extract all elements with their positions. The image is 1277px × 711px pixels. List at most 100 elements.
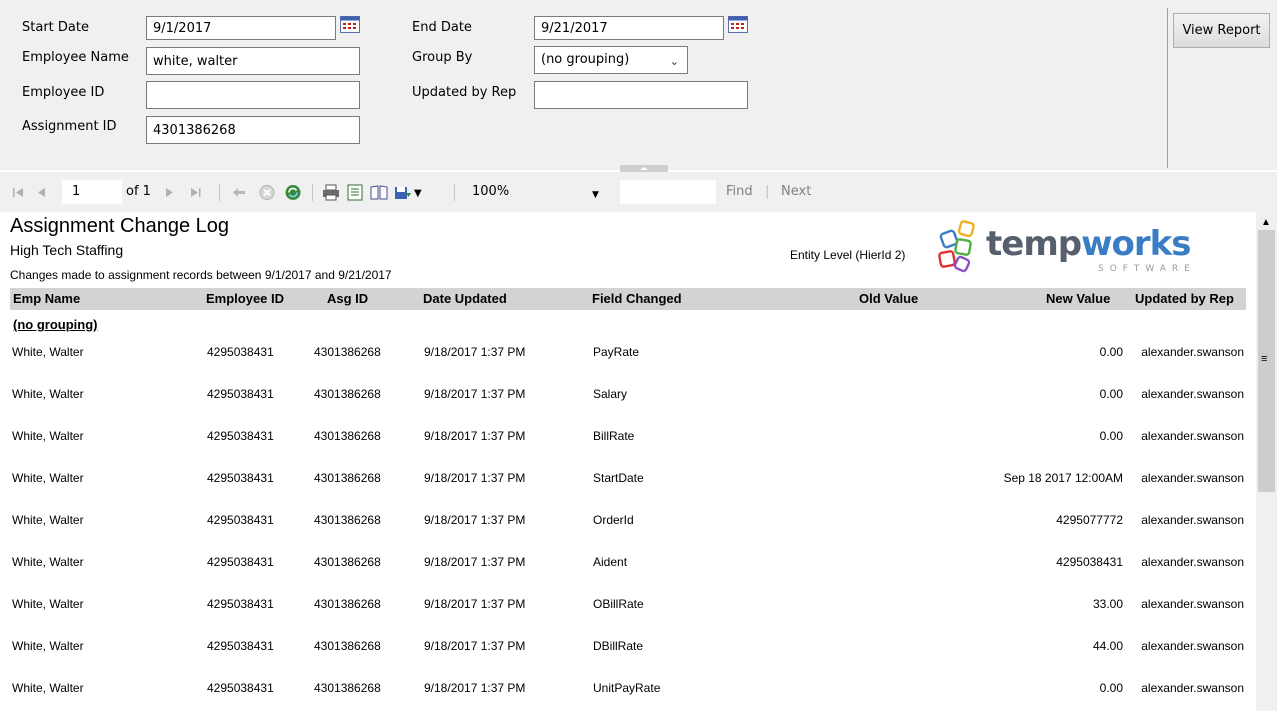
employee-id-label: Employee ID	[22, 85, 105, 100]
stop-icon[interactable]	[258, 184, 276, 201]
table-row: White, Walter 4295038431 4301386268 9/18/20…	[0, 470, 1256, 512]
panel-divider	[1167, 8, 1168, 168]
cell-field-changed: DBillRate	[593, 639, 644, 653]
table-row: White, Walter 4295038431 4301386268 9/18/20…	[0, 596, 1256, 638]
cell-employee-id: 4295038431	[207, 429, 274, 443]
first-page-icon[interactable]	[10, 184, 28, 201]
cell-asg-id: 4301386268	[314, 639, 381, 653]
cell-updated-by-rep: alexander.swanson	[1141, 429, 1244, 443]
cell-field-changed: BillRate	[593, 429, 635, 443]
table-row: White, Walter 4295038431 4301386268 9/18/20…	[0, 554, 1256, 596]
cell-employee-id: 4295038431	[207, 639, 274, 653]
cell-date-updated: 9/18/2017 1:37 PM	[424, 555, 526, 569]
group-by-label: Group By	[412, 50, 473, 65]
cell-emp-name: White, Walter	[12, 387, 84, 401]
cell-date-updated: 9/18/2017 1:37 PM	[424, 429, 526, 443]
toolbar-separator	[312, 184, 313, 201]
vertical-scrollbar[interactable]: ▲ ≡	[1256, 212, 1277, 711]
col-asg-id: Asg ID	[327, 291, 369, 306]
cell-asg-id: 4301386268	[314, 681, 381, 695]
updated-by-rep-input[interactable]	[534, 81, 748, 109]
scroll-up-icon[interactable]: ▲	[1261, 217, 1271, 228]
logo-word-temp: temp	[986, 224, 1082, 264]
cell-emp-name: White, Walter	[12, 639, 84, 653]
cell-employee-id: 4295038431	[207, 345, 274, 359]
cell-asg-id: 4301386268	[314, 513, 381, 527]
print-layout-icon[interactable]	[346, 184, 364, 201]
toolbar-separator	[454, 184, 455, 201]
cell-asg-id: 4301386268	[314, 555, 381, 569]
calendar-icon[interactable]	[340, 16, 360, 33]
employee-id-input[interactable]	[146, 81, 360, 109]
cell-asg-id: 4301386268	[314, 597, 381, 611]
cell-field-changed: Aident	[593, 555, 628, 569]
cell-emp-name: White, Walter	[12, 681, 84, 695]
table-row: White, Walter 4295038431 4301386268 9/18/20…	[0, 680, 1256, 711]
last-page-icon[interactable]	[186, 184, 204, 201]
logo-word-works: works	[1081, 224, 1191, 264]
grip-icon: ≡	[1261, 353, 1268, 365]
page-number-input[interactable]: 1	[62, 180, 122, 204]
table-row: White, Walter 4295038431 4301386268 9/18/20…	[0, 428, 1256, 470]
cell-field-changed: OBillRate	[593, 597, 644, 611]
find-input[interactable]	[620, 180, 716, 204]
cell-employee-id: 4295038431	[207, 513, 274, 527]
cell-updated-by-rep: alexander.swanson	[1141, 639, 1244, 653]
cell-date-updated: 9/18/2017 1:37 PM	[424, 681, 526, 695]
end-date-input[interactable]	[534, 16, 724, 40]
cell-date-updated: 9/18/2017 1:37 PM	[424, 387, 526, 401]
end-date-label: End Date	[412, 20, 472, 35]
find-link[interactable]: Find	[726, 184, 753, 200]
cell-date-updated: 9/18/2017 1:37 PM	[424, 513, 526, 527]
employee-name-input[interactable]	[146, 47, 360, 75]
cell-employee-id: 4295038431	[207, 387, 274, 401]
assignment-id-input[interactable]	[146, 116, 360, 144]
collapse-params-handle[interactable]	[620, 165, 668, 172]
puzzle-logo-icon	[938, 220, 975, 273]
entity-level: Entity Level (HierId 2)	[790, 248, 906, 262]
prev-page-icon[interactable]	[33, 184, 51, 201]
export-dropdown-icon[interactable]: ▼	[414, 186, 422, 202]
cell-emp-name: White, Walter	[12, 429, 84, 443]
chevron-down-icon[interactable]: ▼	[592, 187, 599, 203]
cell-emp-name: White, Walter	[12, 597, 84, 611]
start-date-input[interactable]	[146, 16, 336, 40]
cell-field-changed: StartDate	[593, 471, 644, 485]
logo-subtitle: SOFTWARE	[1098, 264, 1196, 274]
cell-new-value: 4295077772	[1056, 513, 1123, 527]
cell-field-changed: Salary	[593, 387, 628, 401]
back-icon[interactable]	[230, 184, 248, 201]
scroll-thumb[interactable]: ≡	[1258, 230, 1275, 492]
view-report-button[interactable]: View Report	[1173, 13, 1270, 48]
cell-date-updated: 9/18/2017 1:37 PM	[424, 471, 526, 485]
next-page-icon[interactable]	[160, 184, 178, 201]
cell-employee-id: 4295038431	[207, 681, 274, 695]
cell-updated-by-rep: alexander.swanson	[1141, 387, 1244, 401]
group-by-select[interactable]: (no grouping) ⌄	[534, 46, 688, 74]
zoom-select[interactable]: 100%	[472, 184, 509, 200]
parameter-panel: Start Date End Date Employee Name Group …	[0, 0, 1277, 172]
page-setup-icon[interactable]	[370, 184, 388, 201]
cell-employee-id: 4295038431	[207, 597, 274, 611]
start-date-label: Start Date	[22, 20, 89, 35]
col-employee-id: Employee ID	[206, 291, 285, 306]
cell-new-value: Sep 18 2017 12:00AM	[1003, 471, 1123, 485]
cell-date-updated: 9/18/2017 1:37 PM	[424, 639, 526, 653]
table-row: White, Walter 4295038431 4301386268 9/18/20…	[0, 512, 1256, 554]
cell-emp-name: White, Walter	[12, 513, 84, 527]
chevron-down-icon: ⌄	[669, 55, 679, 68]
cell-new-value: 0.00	[1099, 345, 1123, 359]
next-link[interactable]: Next	[781, 184, 811, 200]
cell-asg-id: 4301386268	[314, 387, 381, 401]
col-emp-name: Emp Name	[13, 291, 81, 306]
calendar-icon[interactable]	[728, 16, 748, 33]
refresh-icon[interactable]	[284, 184, 302, 201]
export-icon[interactable]	[394, 184, 412, 201]
cell-employee-id: 4295038431	[207, 471, 274, 485]
page-count-label: of 1	[126, 184, 151, 199]
logo-wordmark: tempworks	[986, 224, 1191, 264]
print-icon[interactable]	[322, 184, 340, 201]
employee-name-label: Employee Name	[22, 50, 129, 65]
cell-asg-id: 4301386268	[314, 471, 381, 485]
toolbar-separator	[219, 184, 220, 201]
